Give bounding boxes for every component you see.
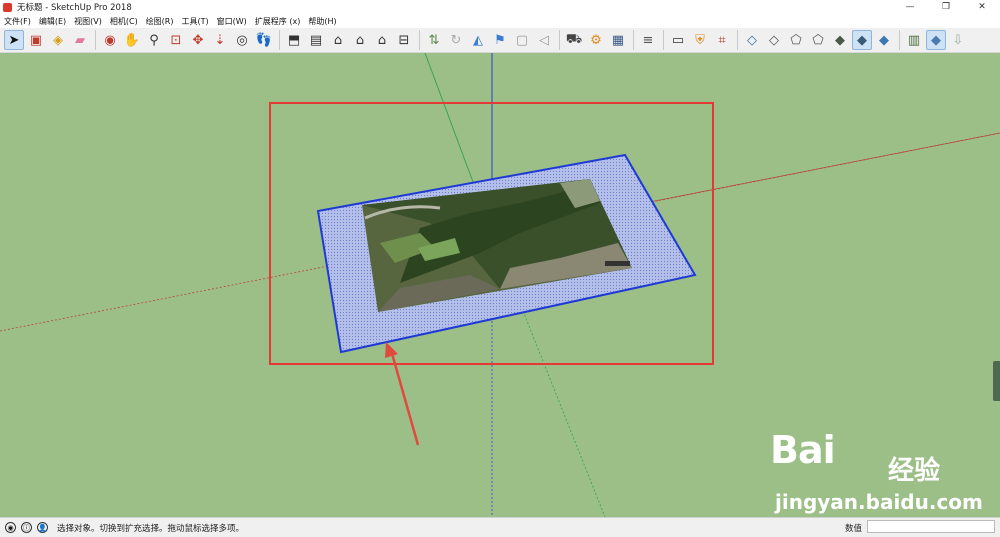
xray-icon[interactable]: ◇ bbox=[742, 30, 762, 50]
window-controls: — ❐ ✕ bbox=[892, 0, 1000, 14]
eraser-icon[interactable]: ▰ bbox=[70, 30, 90, 50]
toolbar-separator bbox=[633, 30, 634, 50]
add-location-icon[interactable]: ⇅ bbox=[424, 30, 444, 50]
section-settings-icon[interactable]: ≡ bbox=[638, 30, 658, 50]
select-arrow-icon[interactable]: ➤ bbox=[4, 30, 24, 50]
left-view-icon[interactable]: ⊟ bbox=[394, 30, 414, 50]
extension-warehouse-icon[interactable]: ⚙ bbox=[586, 30, 606, 50]
store-icon[interactable]: ⌗ bbox=[712, 30, 732, 50]
iso-view-icon[interactable]: ⬒ bbox=[284, 30, 304, 50]
walk-icon[interactable]: 👣 bbox=[254, 30, 274, 50]
photo-textures-icon[interactable]: ◭ bbox=[468, 30, 488, 50]
monochrome-icon[interactable]: ◆ bbox=[874, 30, 894, 50]
toolbar-separator bbox=[95, 30, 96, 50]
warehouse-icon[interactable]: ⛟ bbox=[564, 30, 584, 50]
wireframe-icon[interactable]: ⬠ bbox=[786, 30, 806, 50]
watermark-logo-cn: 经验 bbox=[888, 456, 941, 486]
toolbar-separator bbox=[737, 30, 738, 50]
menu-extensions[interactable]: 扩展程序 (x) bbox=[251, 16, 305, 27]
credits-icon[interactable]: ⓘ bbox=[21, 522, 32, 533]
viewport-scroll-handle[interactable] bbox=[993, 361, 1000, 401]
measurements-input[interactable] bbox=[867, 520, 995, 533]
measurements-label: 数值 bbox=[845, 524, 863, 534]
zoom-icon[interactable]: ⚲ bbox=[144, 30, 164, 50]
geo-location-icon[interactable]: ◉ bbox=[5, 522, 16, 533]
menu-bar: 文件(F) 编辑(E) 视图(V) 相机(C) 绘图(R) 工具(T) 窗口(W… bbox=[0, 14, 1000, 28]
close-icon[interactable]: ✕ bbox=[964, 0, 1000, 14]
toggle-terrain-icon[interactable]: ↻ bbox=[446, 30, 466, 50]
toolbar-separator bbox=[279, 30, 280, 50]
baidu-watermark: Bai 经验 jingyan.baidu.com bbox=[770, 428, 1000, 518]
zoom-extents-icon[interactable]: ✥ bbox=[188, 30, 208, 50]
texture-face-icon[interactable]: ◆ bbox=[926, 30, 946, 50]
restore-icon[interactable]: ❐ bbox=[928, 0, 964, 14]
watermark-url: jingyan.baidu.com bbox=[775, 490, 983, 514]
menu-help[interactable]: 帮助(H) bbox=[304, 16, 340, 27]
look-around-icon[interactable]: ◎ bbox=[232, 30, 252, 50]
photo-icon[interactable]: ▢ bbox=[512, 30, 532, 50]
pan-icon[interactable]: ✋ bbox=[122, 30, 142, 50]
zoom-window-icon[interactable]: ⊡ bbox=[166, 30, 186, 50]
annotation-arrow bbox=[385, 342, 420, 446]
menu-camera[interactable]: 相机(C) bbox=[106, 16, 142, 27]
menu-file[interactable]: 文件(F) bbox=[0, 16, 35, 27]
window-title: 无标题 - SketchUp Pro 2018 bbox=[17, 3, 132, 13]
back-view-icon[interactable]: ⌂ bbox=[372, 30, 392, 50]
watermark-logo: Bai bbox=[770, 428, 836, 472]
shaded-icon[interactable]: ◆ bbox=[830, 30, 850, 50]
title-bar: 无标题 - SketchUp Pro 2018 — ❐ ✕ bbox=[0, 0, 1000, 14]
menu-window[interactable]: 窗口(W) bbox=[213, 16, 251, 27]
download-icon[interactable]: ⇩ bbox=[948, 30, 968, 50]
hidden-line-icon[interactable]: ⬠ bbox=[808, 30, 828, 50]
sound-icon[interactable]: ◁ bbox=[534, 30, 554, 50]
toolbar-separator bbox=[663, 30, 664, 50]
menu-draw[interactable]: 绘图(R) bbox=[142, 16, 178, 27]
sketchup-logo-icon bbox=[3, 2, 12, 12]
front-view-icon[interactable]: ⌂ bbox=[328, 30, 348, 50]
menu-edit[interactable]: 编辑(E) bbox=[35, 16, 70, 27]
shield-icon[interactable]: ⛨ bbox=[690, 30, 710, 50]
status-hint: 选择对象。切换到扩充选择。拖动鼠标选择多项。 bbox=[57, 523, 245, 534]
right-view-icon[interactable]: ⌂ bbox=[350, 30, 370, 50]
position-camera-icon[interactable]: ⇣ bbox=[210, 30, 230, 50]
paint-bucket-icon[interactable]: ◈ bbox=[48, 30, 68, 50]
back-edges-icon[interactable]: ◇ bbox=[764, 30, 784, 50]
main-toolbar: ➤ ▣ ◈ ▰ ◉ ✋ ⚲ ⊡ ✥ ⇣ ◎ 👣 ⬒ ▤ ⌂ ⌂ ⌂ ⊟ ⇅ ↻ ◭ ⚑ ▢ ◁ ⛟ ⚙ ▦ ≡ ▭ ⛨ ⌗ ◇ ◇ ⬠ ⬠ ◆ ◆ ◆ ▥ ◆… bbox=[0, 28, 1000, 53]
user-account-icon[interactable]: 👤 bbox=[37, 522, 48, 533]
shaded-textures-icon[interactable]: ◆ bbox=[852, 30, 872, 50]
geo-pin-icon[interactable]: ⚑ bbox=[490, 30, 510, 50]
component-icon[interactable]: ▣ bbox=[26, 30, 46, 50]
toolbar-separator bbox=[559, 30, 560, 50]
menu-view[interactable]: 视图(V) bbox=[70, 16, 106, 27]
orbit-icon[interactable]: ◉ bbox=[100, 30, 120, 50]
status-bar: ◉ ⓘ 👤 选择对象。切换到扩充选择。拖动鼠标选择多项。 数值 bbox=[0, 517, 1000, 537]
menu-tools[interactable]: 工具(T) bbox=[178, 16, 213, 27]
top-view-icon[interactable]: ▤ bbox=[306, 30, 326, 50]
share-model-icon[interactable]: ▦ bbox=[608, 30, 628, 50]
match-photo-icon[interactable]: ▥ bbox=[904, 30, 924, 50]
layout-icon[interactable]: ▭ bbox=[668, 30, 688, 50]
toolbar-separator bbox=[419, 30, 420, 50]
toolbar-separator bbox=[899, 30, 900, 50]
minimize-icon[interactable]: — bbox=[892, 0, 928, 14]
